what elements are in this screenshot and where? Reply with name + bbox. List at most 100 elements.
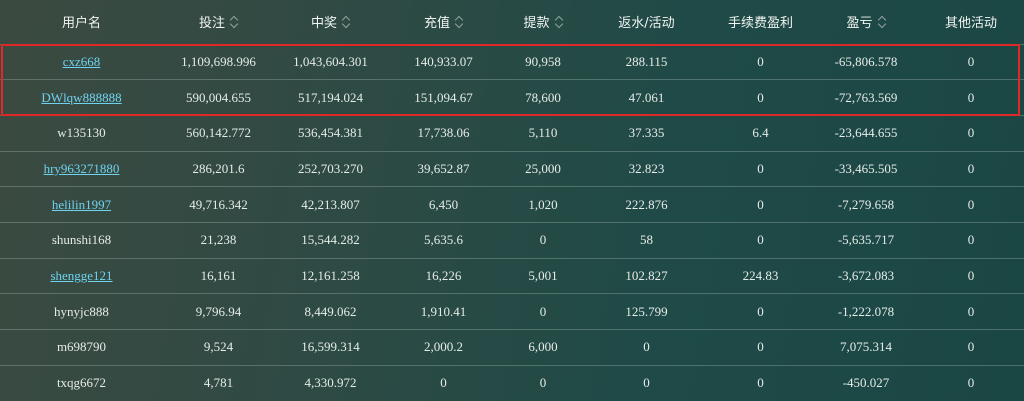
username-cell[interactable]: cxz668 [0,44,163,80]
table-cell: 58 [640,232,653,248]
table-cell: 252,703.270 [298,160,363,176]
table-cell: 5,001 [528,267,558,283]
column-header-label: 盈亏 [846,16,873,32]
table-cell: 1,043,604.301 [293,53,368,69]
table-cell: -65,806.578 [834,53,898,69]
table-cell: 0 [643,339,650,355]
username-link[interactable]: shengge121 [50,268,112,283]
table-cell: 151,094.67 [414,89,473,105]
table-row: hry963271880 286,201.6 252,703.270 39,652.8… [0,151,1024,187]
column-header-3[interactable]: 充值 [387,0,500,44]
username-text: hynyjc888 [54,303,109,319]
table-cell: -1,222.078 [837,303,895,319]
table-cell: 15,544.282 [301,232,360,248]
table-cell: 6,450 [428,196,459,212]
table-cell: 90,958 [525,53,561,69]
table-cell: 536,454.381 [298,125,363,141]
username-cell[interactable]: DWlqw888888 [0,80,163,116]
table-cell: 0 [757,232,764,248]
table-cell: 0 [757,160,764,176]
table-cell: 16,161 [200,267,237,283]
sort-icon[interactable] [878,16,886,28]
column-header-label: 充值 [423,16,450,32]
username-link[interactable]: helilin1997 [52,197,111,212]
table-cell: 0 [539,375,547,391]
sort-icon[interactable] [455,16,463,28]
table-cell: 517,194.024 [298,89,363,105]
table-cell: -3,672.083 [837,267,895,283]
table-cell: 9,524 [203,339,234,355]
table-cell: -33,465.505 [834,160,898,176]
table-cell: 0 [440,375,447,391]
table-cell: 12,161.258 [301,267,360,283]
table-cell: 140,933.07 [414,53,473,69]
table-cell: 0 [757,339,764,355]
table-cell: 0 [539,232,547,248]
report-table-panel: 用户名 投注 中奖 充值 提款 返水/活动 手续费盈利 盈亏 其他活动 cxz668 1,109,… [0,0,1024,401]
table-cell: 0 [967,53,975,69]
table-cell: 0 [967,267,975,283]
column-header-5: 返水/活动 [586,0,707,44]
table-cell: 7,075.314 [840,339,892,355]
table-cell: 0 [967,339,975,355]
username-link[interactable]: DWlqw888888 [41,90,121,105]
sort-icon[interactable] [555,16,563,28]
column-header-8: 其他活动 [918,0,1024,44]
table-cell: 224.83 [742,267,779,283]
username-text: shunshi168 [51,232,112,248]
table-cell: 0 [967,89,975,105]
table-cell: 125.799 [625,303,668,319]
table-cell: 37.335 [628,125,665,141]
column-header-label: 投注 [198,16,225,32]
table-cell: 16,599.314 [301,339,360,355]
column-header-4[interactable]: 提款 [500,0,586,44]
table-cell: 0 [757,303,764,319]
table-cell: 1,910.41 [420,303,467,319]
username-cell: w135130 [0,115,163,151]
table-cell: 102.827 [625,267,668,283]
table-cell: 1,109,698.996 [181,53,256,69]
table-row: shengge121 16,161 12,161.258 16,226 5,001 102… [0,258,1024,294]
column-header-1[interactable]: 投注 [163,0,274,44]
table-cell: 4,781 [203,375,234,391]
table-cell: 1,020 [528,196,558,212]
table-row: shunshi168 21,238 15,544.282 5,635.6 0 58 0 -5,… [0,222,1024,258]
table-cell: -72,763.569 [834,89,898,105]
table-cell: 47.061 [628,89,665,105]
column-header-0: 用户名 [0,0,163,44]
table-cell: 4,330.972 [304,375,357,391]
column-header-6: 手续费盈利 [707,0,814,44]
username-cell: m698790 [0,330,163,366]
table-cell: 6,000 [528,339,558,355]
table-cell: 16,226 [425,267,462,283]
column-header-label: 手续费盈利 [727,16,793,32]
table-cell: 0 [539,303,547,319]
username-link[interactable]: cxz668 [63,54,101,69]
sort-icon[interactable] [230,16,238,28]
column-header-label: 返水/活动 [618,16,675,32]
table-cell: 6.4 [752,125,769,141]
table-row: DWlqw888888 590,004.655 517,194.024 151,094… [0,79,1024,116]
table-cell: 0 [643,375,650,391]
header-row: 用户名 投注 中奖 充值 提款 返水/活动 手续费盈利 盈亏 其他活动 [0,0,1024,44]
username-link[interactable]: hry963271880 [44,161,120,176]
table-cell: 8,449.062 [304,303,357,319]
table-cell: 49,716.342 [189,196,248,212]
table-cell: 0 [757,89,764,105]
username-text: w135130 [57,125,106,141]
table-cell: 5,635.6 [424,232,463,248]
username-cell: hynyjc888 [0,294,163,330]
table-cell: 590,004.655 [186,89,251,105]
table-cell: 286,201.6 [192,160,245,176]
table-row: hynyjc888 9,796.94 8,449.062 1,910.41 0 125.7… [0,293,1024,330]
username-cell[interactable]: helilin1997 [0,187,163,223]
column-header-label: 其他活动 [944,16,997,32]
username-cell[interactable]: hry963271880 [0,151,163,187]
column-header-label: 用户名 [61,16,101,32]
column-header-2[interactable]: 中奖 [274,0,387,44]
column-header-7[interactable]: 盈亏 [814,0,918,44]
table-cell: -450.027 [842,375,890,391]
username-cell[interactable]: shengge121 [0,258,163,294]
sort-icon[interactable] [342,16,350,28]
username-cell: txqg6672 [0,365,163,401]
